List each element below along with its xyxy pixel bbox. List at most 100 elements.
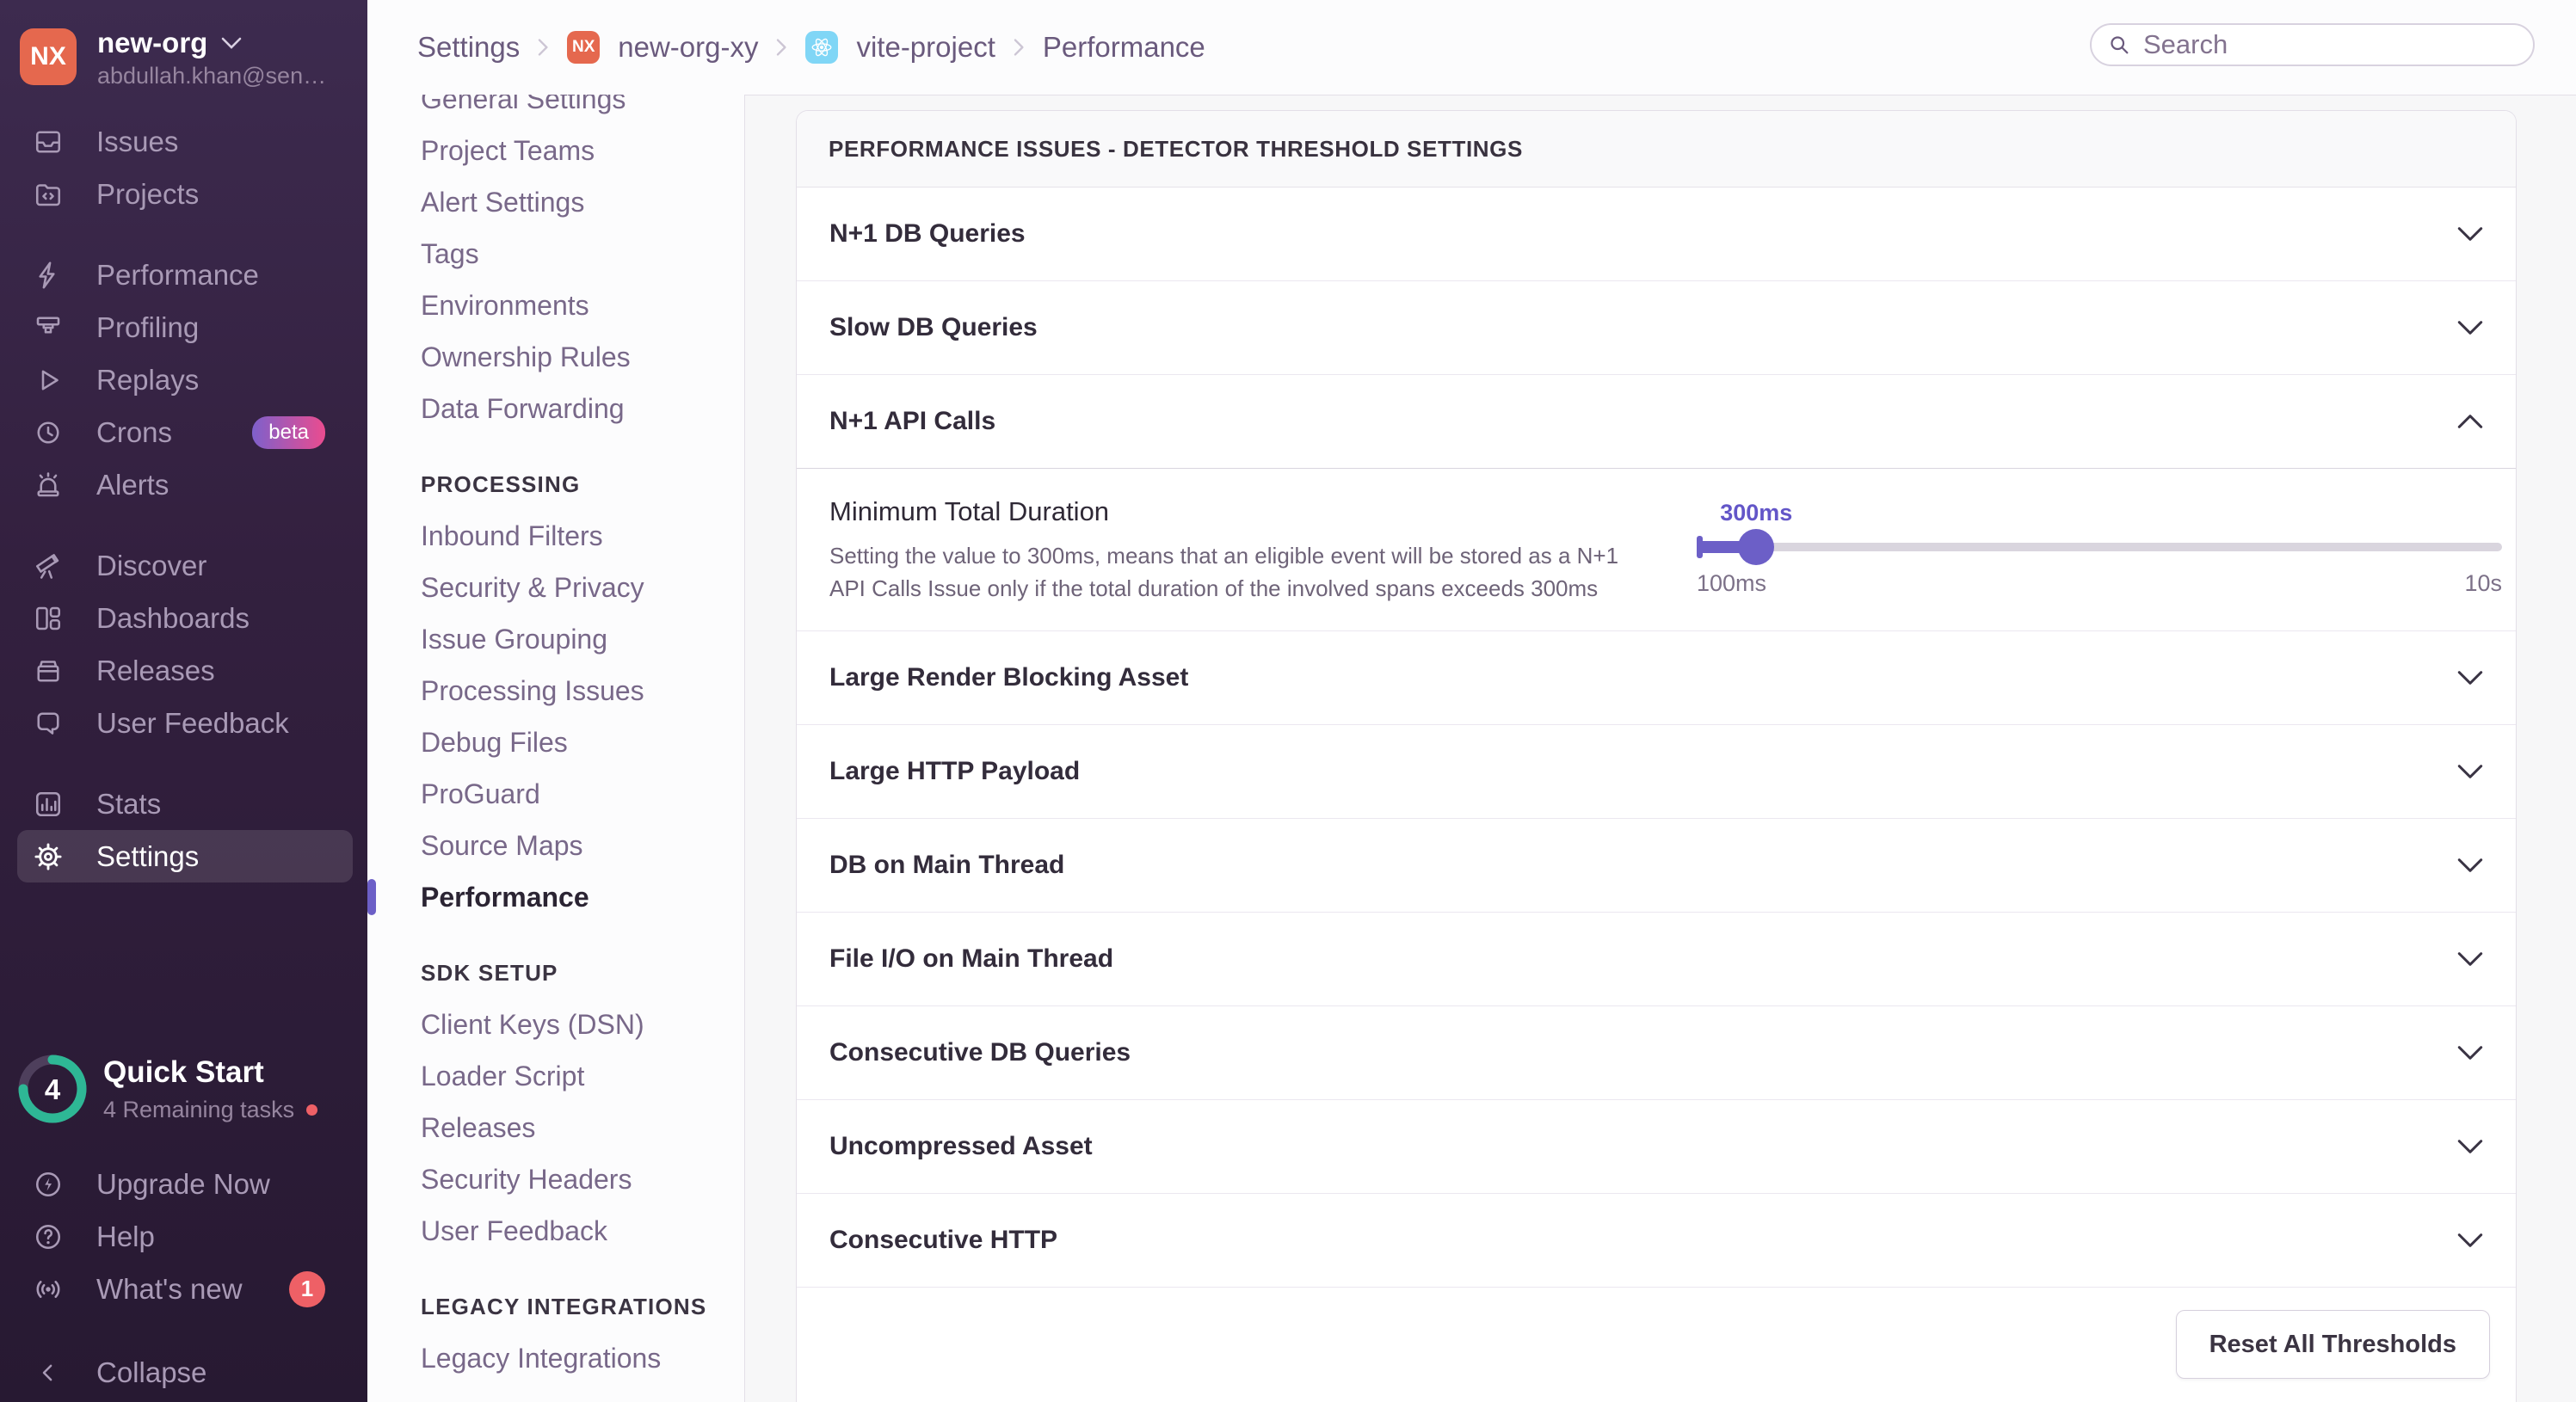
detector-row-slow-db-queries[interactable]: Slow DB Queries	[797, 281, 2516, 375]
nav-item-issue-grouping[interactable]: Issue Grouping	[367, 613, 744, 665]
sidebar-item-user-feedback[interactable]: User Feedback	[17, 697, 353, 749]
nav-item-legacy-integrations[interactable]: Legacy Integrations	[367, 1332, 744, 1384]
search-box[interactable]	[2090, 23, 2535, 66]
sidebar-item-label: Help	[96, 1220, 155, 1252]
nav-item-performance[interactable]: Performance	[367, 871, 744, 923]
nav-item-loader-script[interactable]: Loader Script	[367, 1050, 744, 1102]
sidebar-item-label: Replays	[96, 363, 200, 396]
sidebar-item-dashboards[interactable]: Dashboards	[17, 592, 353, 644]
sidebar-item-performance[interactable]: Performance	[17, 249, 353, 301]
play-icon	[33, 365, 64, 396]
active-indicator	[367, 879, 376, 915]
sidebar-item-label: Settings	[96, 839, 200, 872]
thresholds-panel: PERFORMANCE ISSUES - DETECTOR THRESHOLD …	[796, 110, 2517, 1402]
sidebar-item-label: Profiling	[96, 311, 200, 343]
chevron-down-icon	[2457, 670, 2483, 686]
sidebar-item-label: What's new	[96, 1272, 243, 1305]
nav-item-environments[interactable]: Environments	[367, 280, 744, 331]
sidebar-item-issues[interactable]: Issues	[17, 115, 353, 168]
detector-row-uncompressed-asset[interactable]: Uncompressed Asset	[797, 1100, 2516, 1194]
slider-start-cap	[1697, 536, 1703, 558]
slider-max-label: 10s	[2464, 570, 2502, 596]
nav-item-project-teams[interactable]: Project Teams	[367, 125, 744, 176]
detector-row-consecutive-db-queries[interactable]: Consecutive DB Queries	[797, 1006, 2516, 1100]
slider-thumb[interactable]	[1738, 529, 1775, 565]
sidebar-group-primary: Issues Projects	[0, 115, 367, 220]
chevron-right-icon	[538, 38, 549, 57]
reset-all-thresholds-button[interactable]: Reset All Thresholds	[2175, 1310, 2490, 1379]
quickstart-subtitle: 4 Remaining tasks	[103, 1097, 318, 1123]
sidebar-item-projects[interactable]: Projects	[17, 168, 353, 220]
nav-item-user-feedback[interactable]: User Feedback	[367, 1205, 744, 1257]
quickstart-widget[interactable]: 4 Quick Start 4 Remaining tasks	[17, 1054, 354, 1133]
telescope-icon	[33, 550, 64, 581]
search-input[interactable]	[2143, 29, 2505, 60]
detector-row-large-render-blocking-asset[interactable]: Large Render Blocking Asset	[797, 631, 2516, 725]
bar-chart-icon	[33, 789, 64, 820]
nav-item-tags[interactable]: Tags	[367, 228, 744, 280]
sidebar-item-stats[interactable]: Stats	[17, 778, 353, 830]
sidebar-group-monitoring: Performance Profiling Replays Crons beta…	[0, 249, 367, 511]
sidebar-item-discover[interactable]: Discover	[17, 539, 353, 592]
sidebar-item-label: Projects	[96, 177, 200, 210]
nav-item-ownership-rules[interactable]: Ownership Rules	[367, 331, 744, 383]
org-switcher[interactable]: NX new-org abdullah.khan@sen…	[20, 27, 354, 90]
nav-item-releases[interactable]: Releases	[367, 1102, 744, 1153]
sidebar-item-settings[interactable]: Settings	[17, 830, 353, 882]
beta-badge: beta	[252, 415, 325, 449]
slider-track[interactable]	[1697, 543, 2502, 551]
detector-row-n1-api-calls[interactable]: N+1 API Calls	[797, 375, 2516, 469]
dashboard-icon	[33, 603, 64, 634]
main-content: PERFORMANCE ISSUES - DETECTOR THRESHOLD …	[745, 95, 2576, 1402]
panel-header: PERFORMANCE ISSUES - DETECTOR THRESHOLD …	[797, 111, 2516, 188]
whats-new-badge: 1	[289, 1270, 325, 1307]
flame-chart-icon	[33, 312, 64, 343]
nav-item-security-privacy[interactable]: Security & Privacy	[367, 562, 744, 613]
sidebar-item-help[interactable]: Help	[17, 1210, 353, 1263]
setting-title: Minimum Total Duration	[829, 496, 1110, 526]
sidebar-item-replays[interactable]: Replays	[17, 354, 353, 406]
detector-row-db-on-main-thread[interactable]: DB on Main Thread	[797, 819, 2516, 913]
breadcrumb-org[interactable]: new-org-xy	[618, 31, 758, 64]
quickstart-title: Quick Start	[103, 1055, 264, 1089]
detector-row-consecutive-http[interactable]: Consecutive HTTP	[797, 1194, 2516, 1288]
nav-item-proguard[interactable]: ProGuard	[367, 768, 744, 820]
search-icon	[2107, 33, 2131, 57]
issues-icon	[33, 126, 64, 157]
sidebar-item-releases[interactable]: Releases	[17, 644, 353, 697]
sidebar-item-label: Alerts	[96, 468, 169, 501]
org-email: abdullah.khan@sen…	[97, 63, 327, 89]
chevron-left-icon	[33, 1357, 64, 1388]
sidebar-item-label: Stats	[96, 787, 162, 820]
nav-item-client-keys[interactable]: Client Keys (DSN)	[367, 999, 744, 1050]
siren-icon	[33, 470, 64, 501]
archive-icon	[33, 655, 64, 686]
sidebar-item-alerts[interactable]: Alerts	[17, 458, 353, 511]
quickstart-count: 4	[45, 1073, 61, 1105]
breadcrumb-project[interactable]: vite-project	[856, 31, 995, 64]
nav-item-data-forwarding[interactable]: Data Forwarding	[367, 383, 744, 434]
chevron-down-icon	[2457, 764, 2483, 779]
detector-row-large-http-payload[interactable]: Large HTTP Payload	[797, 725, 2516, 819]
nav-item-inbound-filters[interactable]: Inbound Filters	[367, 510, 744, 562]
detector-row-n1-db-queries[interactable]: N+1 DB Queries	[797, 188, 2516, 281]
sidebar-item-upgrade-now[interactable]: Upgrade Now	[17, 1158, 353, 1210]
slider-min-label: 100ms	[1697, 570, 1767, 596]
question-circle-icon	[33, 1221, 64, 1252]
nav-item-alert-settings[interactable]: Alert Settings	[367, 176, 744, 228]
nav-item-source-maps[interactable]: Source Maps	[367, 820, 744, 871]
collapse-button[interactable]: Collapse	[17, 1346, 353, 1399]
bolt-circle-icon	[33, 1169, 64, 1200]
setting-description: Setting the value to 300ms, means that a…	[829, 543, 1619, 601]
nav-item-processing-issues[interactable]: Processing Issues	[367, 665, 744, 716]
sidebar-item-crons[interactable]: Crons beta	[17, 406, 353, 458]
org-name[interactable]: new-org	[97, 27, 242, 59]
gear-icon	[33, 841, 64, 872]
nav-item-security-headers[interactable]: Security Headers	[367, 1153, 744, 1205]
sidebar-item-whats-new[interactable]: What's new 1	[17, 1263, 353, 1315]
detector-row-file-io-on-main-thread[interactable]: File I/O on Main Thread	[797, 913, 2516, 1006]
sidebar-item-profiling[interactable]: Profiling	[17, 301, 353, 354]
sidebar-group-footer: Upgrade Now Help What's new 1	[0, 1158, 367, 1315]
nav-item-debug-files[interactable]: Debug Files	[367, 716, 744, 768]
breadcrumb-settings[interactable]: Settings	[417, 31, 520, 64]
